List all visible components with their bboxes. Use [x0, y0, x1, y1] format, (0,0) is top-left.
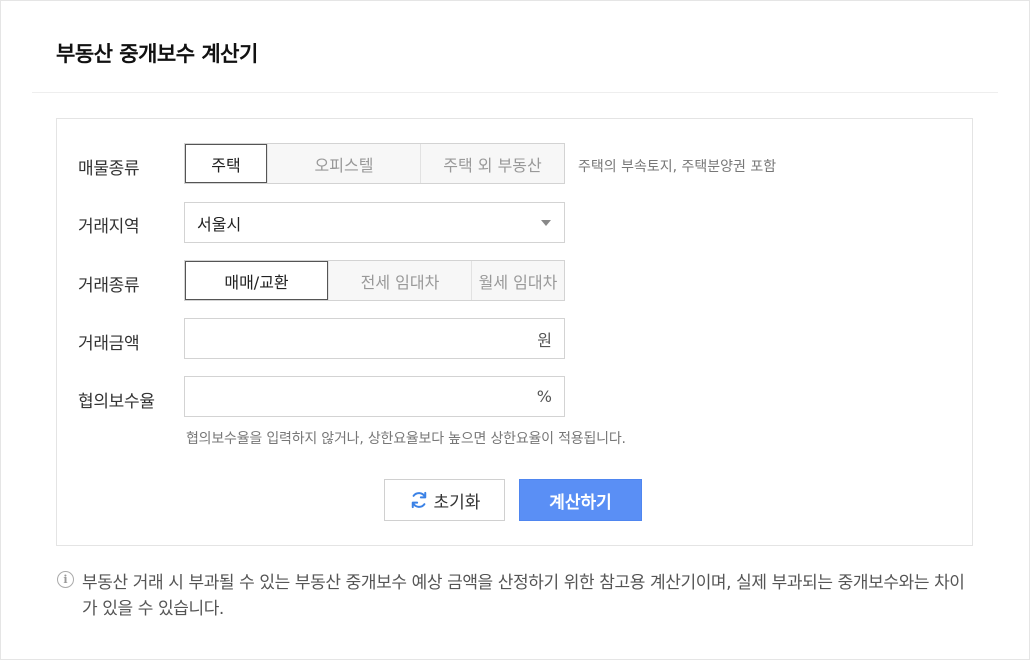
property-type-hint: 주택의 부속토지, 주택분양권 포함 — [578, 159, 777, 175]
region-label: 거래지역 — [78, 217, 140, 237]
rate-field: % — [184, 376, 565, 417]
rate-label: 협의보수율 — [78, 392, 155, 412]
rate-note: 협의보수율을 입력하지 않거나, 상한요율보다 높으면 상한요율이 적용됩니다. — [186, 431, 626, 447]
deal-type-selector: 매매/교환 전세 임대차 월세 임대차 — [184, 260, 565, 301]
region-select[interactable]: 서울시 — [184, 202, 565, 243]
page-title: 부동산 중개보수 계산기 — [56, 42, 258, 66]
deal-type-label: 거래종류 — [78, 276, 140, 296]
info-icon: i — [57, 571, 74, 588]
property-type-label: 매물종류 — [78, 159, 140, 179]
property-type-option-officetel[interactable]: 오피스텔 — [267, 144, 420, 183]
reset-button-label: 초기화 — [433, 492, 481, 513]
deal-type-option-jeonse[interactable]: 전세 임대차 — [328, 261, 471, 300]
amount-label: 거래금액 — [78, 334, 140, 354]
title-divider — [32, 92, 998, 93]
chevron-down-icon — [541, 220, 551, 226]
deal-type-option-monthly[interactable]: 월세 임대차 — [471, 261, 564, 300]
refresh-icon — [411, 491, 426, 509]
reset-button[interactable]: 초기화 — [384, 479, 505, 521]
disclaimer-text: 부동산 거래 시 부과될 수 있는 부동산 중개보수 예상 금액을 산정하기 위… — [82, 573, 965, 619]
amount-input[interactable] — [185, 319, 538, 358]
property-type-selector: 주택 오피스텔 주택 외 부동산 — [184, 143, 565, 184]
rate-input[interactable] — [185, 377, 537, 416]
calculate-button-label: 계산하기 — [549, 492, 612, 513]
amount-field: 원 — [184, 318, 565, 359]
region-select-value: 서울시 — [197, 214, 242, 234]
amount-unit: 원 — [537, 330, 552, 350]
calculate-button[interactable]: 계산하기 — [519, 479, 642, 521]
deal-type-option-sale[interactable]: 매매/교환 — [185, 261, 328, 300]
rate-unit: % — [536, 387, 552, 406]
property-type-option-other[interactable]: 주택 외 부동산 — [420, 144, 564, 183]
property-type-option-house[interactable]: 주택 — [185, 144, 267, 183]
